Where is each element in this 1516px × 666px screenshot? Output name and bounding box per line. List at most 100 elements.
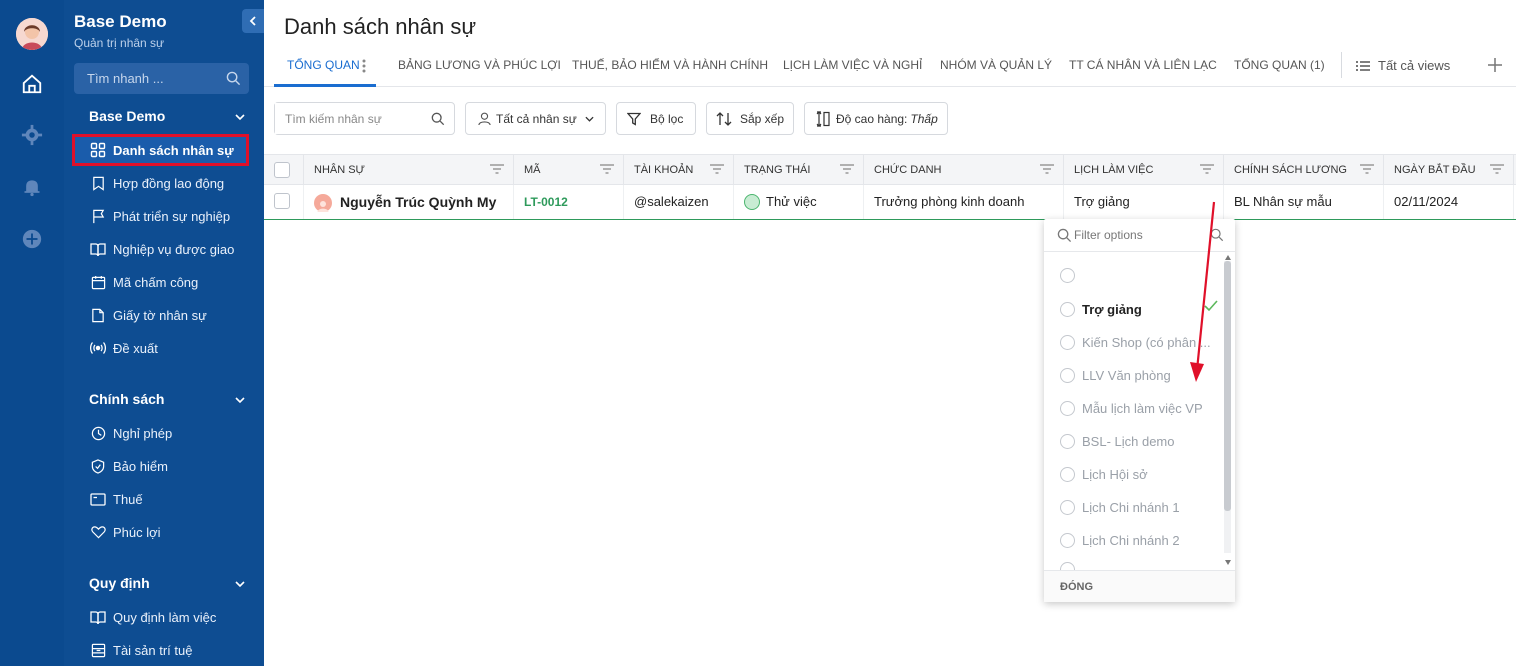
column-filter-icon[interactable]	[489, 163, 505, 175]
dropdown-scrollbar[interactable]	[1224, 261, 1231, 553]
section-regulations[interactable]: Quy định	[89, 575, 150, 591]
column-header-status[interactable]: TRẠNG THÁI	[734, 155, 864, 185]
status-dot	[744, 193, 760, 210]
dropdown-option[interactable]: Mẫu lịch làm việc VP	[1060, 397, 1218, 419]
calendar-icon	[89, 273, 107, 291]
column-label: MÃ	[524, 164, 541, 176]
column-label: NGÀY BẮT ĐẦU	[1394, 164, 1476, 176]
sidebar-item-documents[interactable]: Giấy tờ nhân sự	[72, 300, 249, 330]
column-filter-icon[interactable]	[1489, 163, 1505, 175]
column-header-employee[interactable]: NHÂN SỰ	[304, 155, 514, 185]
sidebar-item-tax[interactable]: Thuế	[72, 484, 249, 514]
dropdown-option[interactable]: Lịch Hội sở	[1060, 463, 1218, 485]
scroll-down-icon[interactable]	[1225, 560, 1231, 565]
shield-icon	[89, 457, 107, 475]
cell-code[interactable]: LT-0012	[514, 185, 624, 219]
gear-icon[interactable]	[20, 123, 44, 147]
dropdown-option[interactable]: BSL- Lịch demo	[1060, 430, 1218, 452]
column-filter-icon[interactable]	[1039, 163, 1055, 175]
dropdown-option[interactable]: Lịch Chi nhánh 1	[1060, 496, 1218, 518]
filter-button[interactable]: Bộ lọc	[616, 102, 696, 135]
user-icon	[478, 112, 491, 125]
option-label: Lịch Chi nhánh 2	[1082, 532, 1180, 548]
sidebar-item-career[interactable]: Phát triển sự nghiệp	[72, 201, 249, 231]
dropdown-option-partial[interactable]	[1060, 562, 1218, 570]
cell-start-date[interactable]: 02/11/2024	[1384, 185, 1514, 219]
column-filter-icon[interactable]	[1359, 163, 1375, 175]
column-header-code[interactable]: MÃ	[514, 155, 624, 185]
sidebar-item-work-rules[interactable]: Quy định làm việc	[72, 602, 249, 632]
home-icon[interactable]	[20, 72, 44, 96]
search-icon[interactable]	[431, 112, 445, 126]
cell-employee[interactable]: Nguyễn Trúc Quỳnh My	[304, 185, 514, 219]
column-filter-icon[interactable]	[599, 163, 615, 175]
sidebar-item-proposals[interactable]: Đề xuất	[72, 333, 249, 363]
collapse-sidebar-button[interactable]	[242, 9, 264, 33]
table-row[interactable]: Nguyễn Trúc Quỳnh My LT-0012 @salekaizen…	[264, 185, 1516, 220]
sidebar-item-label: Giấy tờ nhân sự	[113, 307, 207, 323]
dropdown-option[interactable]: Lịch Chi nhánh 2	[1060, 529, 1218, 551]
select-all-checkbox[interactable]	[274, 162, 290, 178]
tab-groups[interactable]: NHÓM VÀ QUẢN LÝ	[940, 44, 1052, 87]
column-header-schedule[interactable]: LỊCH LÀM VIỆC	[1064, 155, 1224, 185]
column-filter-icon[interactable]	[1199, 163, 1215, 175]
column-filter-icon[interactable]	[839, 163, 855, 175]
row-height-button[interactable]: Độ cao hàng: Thấp	[804, 102, 948, 135]
sidebar-item-leave[interactable]: Nghỉ phép	[72, 418, 249, 448]
tab-personal-info[interactable]: TT CÁ NHÂN VÀ LIÊN LẠC	[1069, 44, 1217, 87]
tab-tax-insurance[interactable]: THUẾ, BẢO HIỂM VÀ HÀNH CHÍNH	[572, 44, 768, 87]
sidebar-item-employee-list[interactable]: Danh sách nhân sự	[72, 134, 249, 166]
tab-overview-1[interactable]: TỔNG QUAN (1)	[1234, 44, 1325, 87]
column-header-start-date[interactable]: NGÀY BẮT ĐẦU	[1384, 155, 1514, 185]
bell-icon[interactable]	[20, 175, 44, 199]
sidebar-item-insurance[interactable]: Bảo hiểm	[72, 451, 249, 481]
sidebar-item-contracts[interactable]: Hợp đồng lao động	[72, 168, 249, 198]
add-circle-icon[interactable]	[20, 227, 44, 251]
chevron-down-icon	[585, 116, 594, 122]
column-header-account[interactable]: TÀI KHOẢN	[624, 155, 734, 185]
radio-button	[1060, 367, 1075, 383]
cell-title[interactable]: Trưởng phòng kinh doanh	[864, 185, 1064, 219]
search-icon[interactable]	[226, 71, 241, 91]
employee-search-input[interactable]	[275, 103, 425, 134]
sort-button[interactable]: Sắp xếp	[706, 102, 794, 135]
add-view-icon[interactable]	[1488, 58, 1502, 72]
scroll-up-icon[interactable]	[1225, 255, 1231, 260]
sidebar-item-timekeeping[interactable]: Mã chấm công	[72, 267, 249, 297]
radio-button	[1060, 433, 1075, 449]
radio-button	[1060, 267, 1075, 283]
chevron-down-icon[interactable]	[235, 580, 245, 588]
option-label: LLV Văn phòng	[1082, 367, 1171, 383]
tab-schedule[interactable]: LỊCH LÀM VIỆC VÀ NGHỈ	[783, 44, 922, 87]
chevron-down-icon[interactable]	[235, 113, 245, 121]
cell-account[interactable]: @salekaizen	[624, 185, 734, 219]
user-avatar[interactable]	[16, 18, 48, 50]
sidebar-search-input[interactable]	[74, 63, 224, 94]
chevron-down-icon[interactable]	[235, 396, 245, 404]
column-header-title[interactable]: CHỨC DANH	[864, 155, 1064, 185]
cell-salary-policy[interactable]: BL Nhân sự mẫu	[1224, 185, 1384, 219]
sidebar-item-label: Danh sách nhân sự	[113, 142, 234, 158]
tab-overview[interactable]: TỔNG QUAN	[287, 44, 360, 87]
scrollbar-thumb[interactable]	[1224, 261, 1231, 511]
scope-label: Tất cả nhân sự	[496, 111, 577, 126]
employee-scope-select[interactable]: Tất cả nhân sự	[465, 102, 606, 135]
employee-name[interactable]: Nguyễn Trúc Quỳnh My	[340, 194, 496, 210]
sidebar-item-ip[interactable]: Tài sản trí tuệ	[72, 635, 249, 665]
more-vertical-icon[interactable]	[362, 59, 366, 73]
row-checkbox[interactable]	[274, 193, 290, 209]
broadcast-icon	[89, 339, 107, 357]
tab-payroll[interactable]: BẢNG LƯƠNG VÀ PHÚC LỢI	[398, 44, 561, 87]
sidebar-item-duties[interactable]: Nghiệp vụ được giao	[72, 234, 249, 264]
radio-button	[1060, 562, 1075, 570]
cell-status[interactable]: Thử việc	[734, 185, 864, 219]
column-header-salary-policy[interactable]: CHÍNH SÁCH LƯƠNG	[1224, 155, 1384, 185]
dropdown-close-button[interactable]: ĐÓNG	[1044, 570, 1235, 602]
section-policies[interactable]: Chính sách	[89, 391, 164, 407]
sidebar-item-benefits[interactable]: Phúc lợi	[72, 517, 249, 547]
all-views-button[interactable]: Tất cả views	[1356, 44, 1450, 87]
employee-search-box	[274, 102, 455, 135]
radio-button	[1060, 532, 1075, 548]
column-filter-icon[interactable]	[709, 163, 725, 175]
section-base-demo[interactable]: Base Demo	[89, 108, 165, 124]
